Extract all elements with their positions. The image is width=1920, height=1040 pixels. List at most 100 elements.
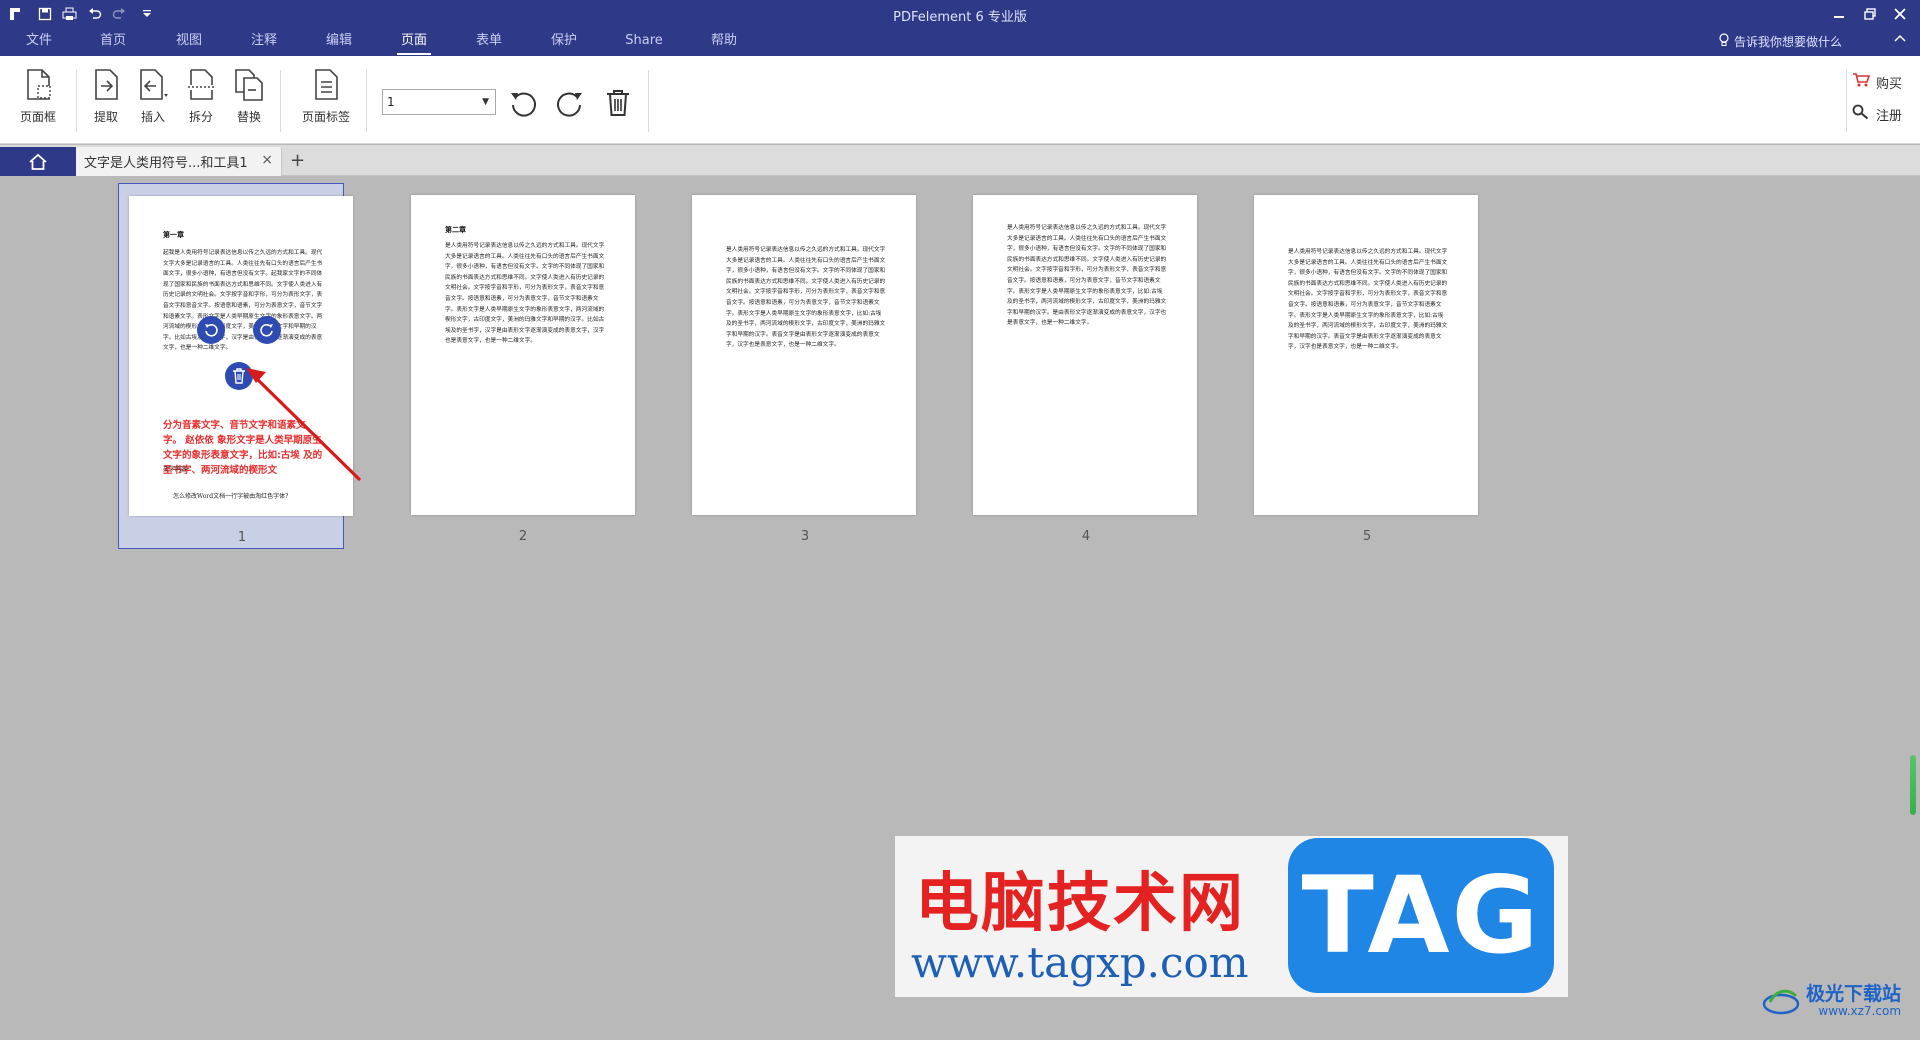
replace-label: 替换 xyxy=(236,110,261,124)
watermark-url: www.tagxp.com xyxy=(911,938,1249,987)
page-preview: 第二章 是人类用符号记录表达信息以传之久远的方式和工具。现代文字大多是记录语言的… xyxy=(411,195,635,515)
page-box-button[interactable]: 页面框 xyxy=(12,66,64,136)
watermark-tag-logo: TAG xyxy=(1288,838,1554,993)
minimize-icon[interactable] xyxy=(1827,3,1851,25)
split-icon xyxy=(184,66,218,104)
add-tab-icon[interactable]: + xyxy=(290,150,305,171)
split-button[interactable]: 拆分 xyxy=(178,66,224,136)
menu-comment[interactable]: 注释 xyxy=(241,28,287,56)
insert-button[interactable]: 插入 xyxy=(130,66,176,136)
ribbon-divider xyxy=(648,70,649,132)
page-thumbnail[interactable]: 是人类用符号记录表达信息以传之久远的方式和工具。现代文字大多是记录语言的工具。人… xyxy=(682,183,916,549)
insert-label: 插入 xyxy=(140,110,165,124)
page-box-label: 页面框 xyxy=(19,110,56,124)
rotate-left-overlay-button[interactable] xyxy=(197,316,225,344)
page-body-text: 是人类用符号记录表达信息以传之久远的方式和工具。现代文字大多是记录语言的工具。人… xyxy=(1007,225,1167,327)
page-number: 4 xyxy=(1081,529,1091,544)
register-button[interactable]: 注册 xyxy=(1852,102,1902,126)
page-label-button[interactable]: 页面标签 xyxy=(296,66,356,136)
lightbulb-icon xyxy=(1718,33,1730,50)
menu-view[interactable]: 视图 xyxy=(166,28,212,56)
buy-button[interactable]: 购买 xyxy=(1852,70,1902,94)
cart-icon xyxy=(1852,72,1871,92)
save-icon[interactable] xyxy=(34,4,56,24)
document-tab-bar: 文字是人类用符号...和工具1 × + xyxy=(0,145,1920,176)
register-label: 注册 xyxy=(1875,108,1902,124)
page-thumbnail[interactable]: 是人类用符号记录表达信息以传之久远的方式和工具。现代文字大多是记录语言的工具。人… xyxy=(1244,183,1478,549)
rotate-left-button[interactable] xyxy=(505,86,541,120)
menu-bar: 文件 首页 视图 注释 编辑 页面 表单 保护 Share 帮助 告诉我你想要做… xyxy=(0,28,1920,56)
watermark-banner: 电脑技术网 www.tagxp.com TAG xyxy=(895,836,1568,997)
trash-icon xyxy=(607,90,629,116)
menu-home[interactable]: 首页 xyxy=(90,28,136,56)
menu-help[interactable]: 帮助 xyxy=(701,28,747,56)
delete-page-button[interactable] xyxy=(600,86,636,120)
page-thumbnail[interactable]: 第二章 是人类用符号记录表达信息以传之久远的方式和工具。现代文字大多是记录语言的… xyxy=(400,183,635,549)
split-label: 拆分 xyxy=(188,110,213,124)
page-select-value: 1 xyxy=(387,95,395,109)
annotation-arrow xyxy=(246,368,362,482)
menu-file[interactable]: 文件 xyxy=(16,28,62,56)
menu-share[interactable]: Share xyxy=(616,28,672,56)
corner-logo-name: 极光下载站 xyxy=(1806,983,1902,1005)
ribbon-toolbar: 页面框 提取 插入 拆分 替换 页面标签 1 ▼ 购买 注册 xyxy=(0,56,1920,144)
window-title: PDFelement 6 专业版 xyxy=(893,10,1027,25)
page-heading: 第一章 xyxy=(163,230,184,239)
app-logo-icon[interactable] xyxy=(4,4,26,24)
page-thumbnail[interactable]: 是人类用符号记录表达信息以传之久远的方式和工具。现代文字大多是记录语言的工具。人… xyxy=(963,183,1197,549)
page-select-dropdown[interactable]: 1 ▼ xyxy=(382,89,496,115)
document-tab[interactable]: 文字是人类用符号...和工具1 × xyxy=(76,147,282,176)
page-preview: 是人类用符号记录表达信息以传之久远的方式和工具。现代文字大多是记录语言的工具。人… xyxy=(692,195,916,515)
page-body-text: 是人类用符号记录表达信息以传之久远的方式和工具。现代文字大多是记录语言的工具。人… xyxy=(1288,249,1448,351)
extract-button[interactable]: 提取 xyxy=(84,66,128,136)
customize-icon[interactable] xyxy=(136,4,158,24)
title-bar: PDFelement 6 专业版 xyxy=(0,0,1920,28)
rotate-right-icon xyxy=(557,92,582,117)
close-tab-icon[interactable]: × xyxy=(261,152,273,168)
page-number: 1 xyxy=(237,530,247,545)
tell-me-search[interactable]: 告诉我你想要做什么 xyxy=(1718,33,1842,50)
home-tab[interactable] xyxy=(0,147,76,176)
ribbon-divider xyxy=(280,70,281,132)
replace-icon xyxy=(232,66,266,104)
extract-label: 提取 xyxy=(93,110,118,124)
close-icon[interactable] xyxy=(1888,3,1912,25)
replace-button[interactable]: 替换 xyxy=(226,66,272,136)
rotate-left-icon xyxy=(511,92,536,117)
page-number: 3 xyxy=(800,529,810,544)
rotate-right-icon xyxy=(260,323,273,337)
collapse-ribbon-icon[interactable] xyxy=(1894,32,1906,46)
menu-page[interactable]: 页面 xyxy=(391,28,437,56)
ribbon-divider xyxy=(1846,70,1847,132)
rotate-left-icon xyxy=(205,323,218,337)
page-subheading: 文字内容 xyxy=(163,466,188,473)
page-body-text: 是人类用符号记录表达信息以传之久远的方式和工具。现代文字大多是记录语言的工具。人… xyxy=(445,243,605,345)
rotate-right-overlay-button[interactable] xyxy=(253,316,281,344)
page-preview: 是人类用符号记录表达信息以传之久远的方式和工具。现代文字大多是记录语言的工具。人… xyxy=(1254,195,1478,515)
page-body-text: 是人类用符号记录表达信息以传之久远的方式和工具。现代文字大多是记录语言的工具。人… xyxy=(726,247,886,349)
menu-edit[interactable]: 编辑 xyxy=(316,28,362,56)
page-footer-text: 怎么修改Word文档一行字被由淘红色字体? xyxy=(173,493,289,500)
page-preview: 是人类用符号记录表达信息以传之久远的方式和工具。现代文字大多是记录语言的工具。人… xyxy=(973,195,1197,515)
watermark-site-name: 电脑技术网 xyxy=(915,867,1245,941)
page-heading: 第二章 xyxy=(445,225,466,234)
key-search-icon xyxy=(1852,104,1870,124)
rotate-right-button[interactable] xyxy=(552,86,588,120)
restore-icon[interactable] xyxy=(1858,3,1882,25)
page-label-label: 页面标签 xyxy=(301,110,350,124)
redo-icon[interactable] xyxy=(108,4,130,24)
page-number: 5 xyxy=(1362,529,1372,544)
extract-icon xyxy=(89,66,123,104)
scroll-indicator[interactable] xyxy=(1910,755,1916,815)
print-icon[interactable] xyxy=(58,4,80,24)
menu-form[interactable]: 表单 xyxy=(466,28,512,56)
corner-logo: 极光下载站 www.xz7.com xyxy=(1762,984,1901,1018)
menu-protect[interactable]: 保护 xyxy=(541,28,587,56)
undo-icon[interactable] xyxy=(84,4,106,24)
aurora-logo-icon xyxy=(1762,989,1800,1015)
chevron-down-icon: ▼ xyxy=(482,97,489,107)
page-label-icon xyxy=(309,66,343,104)
corner-logo-url: www.xz7.com xyxy=(1818,1004,1902,1018)
ribbon-divider xyxy=(76,70,77,132)
home-icon xyxy=(29,153,47,170)
